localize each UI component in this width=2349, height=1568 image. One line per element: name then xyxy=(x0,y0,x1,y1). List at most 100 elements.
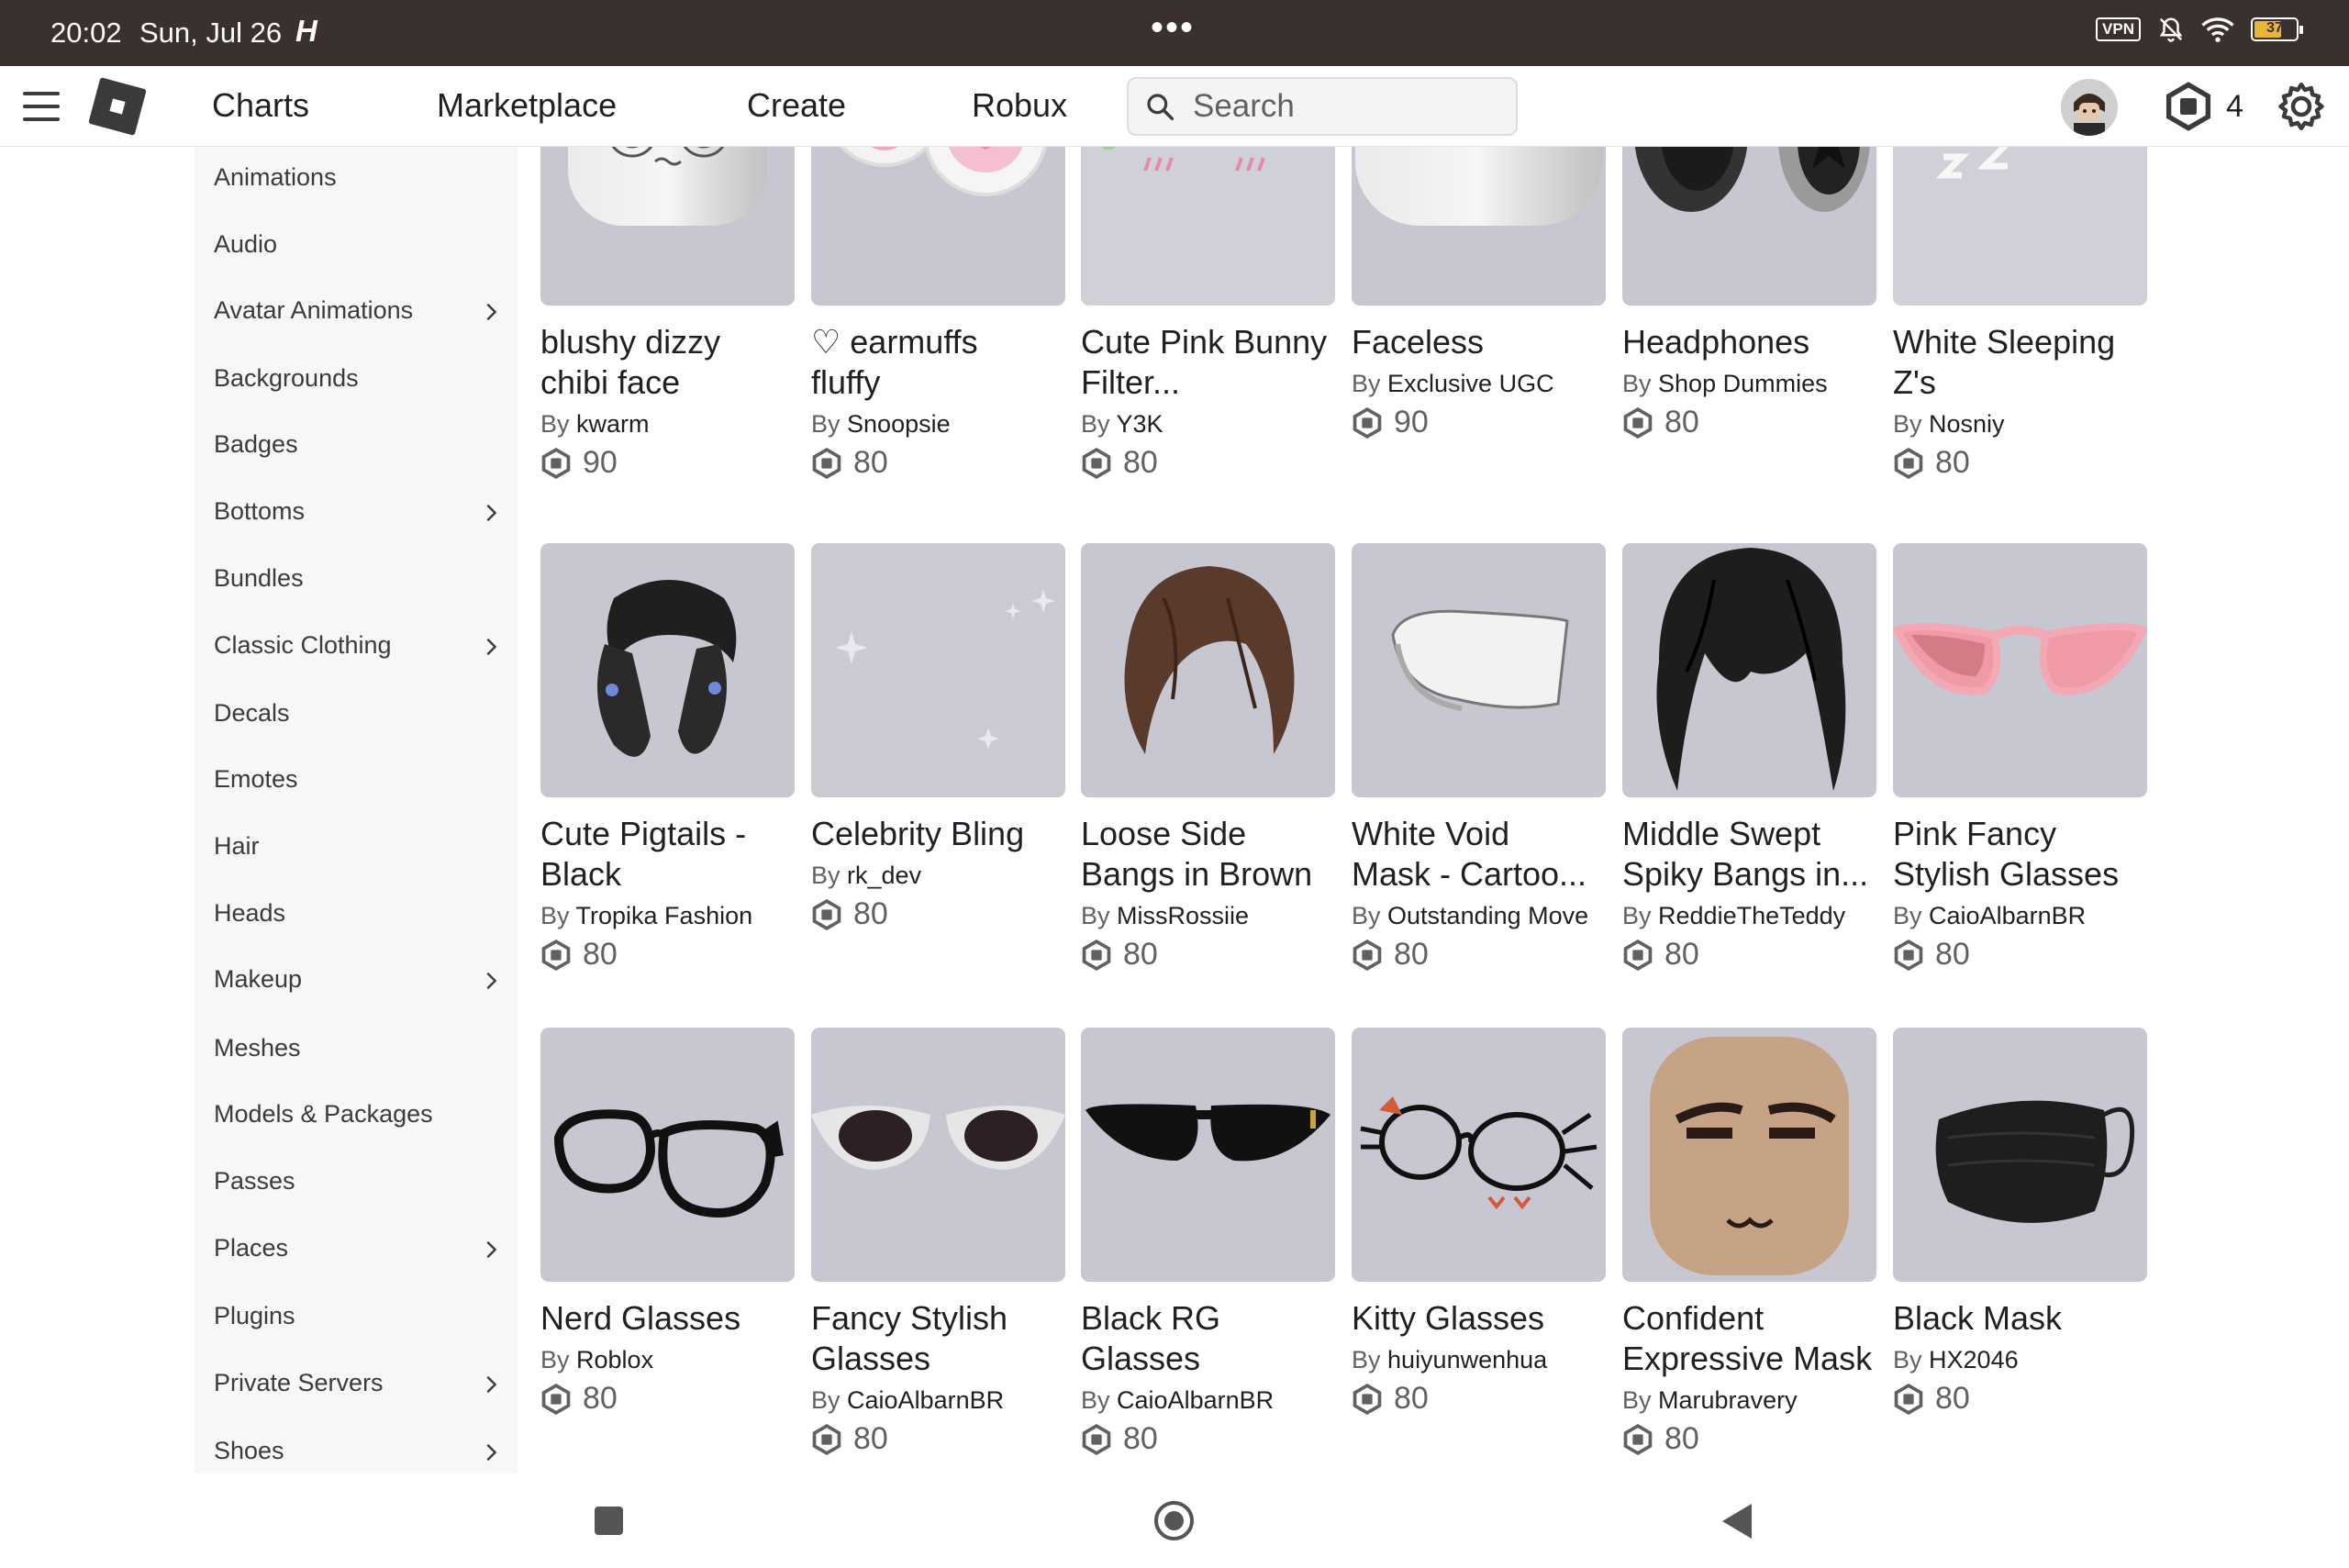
home-button[interactable] xyxy=(1154,1501,1194,1540)
item-creator[interactable]: Outstanding Move xyxy=(1387,902,1588,929)
item-creator[interactable]: Tropika Fashion xyxy=(576,902,753,929)
item-name[interactable]: Confident xyxy=(1622,1298,1881,1339)
sleeping-z-icon[interactable] xyxy=(1893,147,2147,306)
item-creator[interactable]: HX2046 xyxy=(1929,1346,2019,1373)
white-cat-eye-glasses-icon[interactable] xyxy=(811,1028,1065,1282)
item-name[interactable]: Faceless xyxy=(1352,322,1610,362)
pigtails-hair-icon[interactable] xyxy=(540,543,795,797)
sparkles-icon[interactable] xyxy=(811,543,1065,797)
brown-bangs-icon[interactable] xyxy=(1081,543,1335,797)
item-creator[interactable]: Exclusive UGC xyxy=(1387,370,1554,397)
item-creator[interactable]: Nosniy xyxy=(1929,410,2005,438)
back-button[interactable] xyxy=(1722,1504,1752,1539)
item-name-line2[interactable]: Z's xyxy=(1893,362,2152,403)
bunny-filter-icon[interactable] xyxy=(1081,147,1335,306)
nav-charts[interactable]: Charts xyxy=(212,86,309,125)
item-name[interactable]: blushy dizzy xyxy=(540,322,799,362)
item-name[interactable]: White Void xyxy=(1352,814,1610,854)
robux-balance-button[interactable]: 4 xyxy=(2164,81,2243,132)
nav-marketplace[interactable]: Marketplace xyxy=(437,86,617,125)
item-name[interactable]: Kitty Glasses xyxy=(1352,1298,1610,1339)
item-creator[interactable]: CaioAlbarnBR xyxy=(1929,902,2086,929)
wifi-icon xyxy=(2201,17,2234,42)
item-creator[interactable]: Marubravery xyxy=(1658,1386,1798,1414)
item-creator-line: By huiyunwenhua xyxy=(1352,1346,1547,1374)
pink-glasses-icon[interactable] xyxy=(1893,543,2147,797)
nerd-glasses-icon[interactable] xyxy=(540,1028,795,1282)
kitty-glasses-icon[interactable] xyxy=(1352,1028,1606,1282)
expressive-mask-icon[interactable] xyxy=(1622,1028,1876,1282)
item-name[interactable]: Middle Swept xyxy=(1622,814,1881,854)
search-box[interactable] xyxy=(1127,77,1518,136)
item-creator[interactable]: Snoopsie xyxy=(847,410,951,438)
item-creator[interactable]: Roblox xyxy=(576,1346,653,1373)
item-price: 80 xyxy=(1352,937,1429,973)
menu-icon[interactable] xyxy=(23,92,60,121)
item-name[interactable]: Cute Pigtails - xyxy=(540,814,799,854)
void-mask-icon[interactable] xyxy=(1352,543,1606,797)
item-name[interactable]: White Sleeping xyxy=(1893,322,2152,362)
item-name-line2[interactable]: fluffy xyxy=(811,362,1070,403)
item-name-line2[interactable]: Bangs in Brown xyxy=(1081,854,1340,895)
item-creator[interactable]: Y3K xyxy=(1117,410,1163,438)
headphones-icon[interactable] xyxy=(1622,147,1876,306)
search-input[interactable] xyxy=(1193,86,1505,127)
black-bangs-icon[interactable] xyxy=(1622,543,1876,797)
item-name-line2[interactable]: Mask - Cartoo... xyxy=(1352,854,1610,895)
item-name-line2[interactable]: Glasses xyxy=(1081,1339,1340,1379)
robux-icon xyxy=(1623,406,1653,439)
dizzy-face-icon[interactable] xyxy=(540,147,795,306)
faceless-head-icon[interactable] xyxy=(1352,147,1606,306)
item-price-value: 90 xyxy=(583,445,618,480)
item-creator[interactable]: ReddieTheTeddy xyxy=(1658,902,1845,929)
item-creator[interactable]: kwarm xyxy=(576,410,650,438)
item-creator[interactable]: MissRossiie xyxy=(1117,902,1249,929)
more-dots-icon[interactable]: ••• xyxy=(1151,7,1195,49)
item-name-line2[interactable]: Stylish Glasses xyxy=(1893,854,2152,895)
item-name-line2[interactable]: Spiky Bangs in... xyxy=(1622,854,1881,895)
item-creator-line: By Roblox xyxy=(540,1346,653,1374)
item-name-line2[interactable]: Black xyxy=(540,854,799,895)
item-name-line2[interactable]: chibi face xyxy=(540,362,799,403)
avatar[interactable] xyxy=(2061,79,2118,136)
item-name[interactable]: Black Mask xyxy=(1893,1298,2152,1339)
roblox-logo-icon[interactable] xyxy=(88,77,147,136)
item-name[interactable]: Pink Fancy xyxy=(1893,814,2152,854)
item-name[interactable]: Nerd Glasses xyxy=(540,1298,799,1339)
item-creator[interactable]: CaioAlbarnBR xyxy=(1117,1386,1274,1414)
item-name[interactable]: Black RG xyxy=(1081,1298,1340,1339)
item-name[interactable]: Headphones xyxy=(1622,322,1881,362)
item-price: 80 xyxy=(811,896,888,932)
item-name[interactable]: Celebrity Bling xyxy=(811,814,1070,854)
item-creator[interactable]: rk_dev xyxy=(847,862,921,889)
item-name[interactable]: Loose Side xyxy=(1081,814,1340,854)
item-price-value: 80 xyxy=(1123,1421,1158,1456)
gear-icon[interactable] xyxy=(2274,79,2329,134)
item-creator[interactable]: Shop Dummies xyxy=(1658,370,1828,397)
battery-level: 37 xyxy=(2266,20,2283,36)
nav-robux[interactable]: Robux xyxy=(972,86,1067,125)
item-price-value: 90 xyxy=(1394,405,1429,439)
black-rg-glasses-icon[interactable] xyxy=(1081,1028,1335,1282)
nav-create[interactable]: Create xyxy=(747,86,846,125)
item-creator-line: By Nosniy xyxy=(1893,410,2005,439)
recent-apps-button[interactable] xyxy=(595,1507,623,1535)
item-price-value: 80 xyxy=(853,896,888,931)
item-name[interactable]: ♡ earmuffs xyxy=(811,322,1070,362)
item-creator[interactable]: CaioAlbarnBR xyxy=(847,1386,1004,1414)
robux-icon xyxy=(812,447,841,479)
item-name-line2[interactable]: Glasses xyxy=(811,1339,1070,1379)
item-name-line2[interactable]: Expressive Mask xyxy=(1622,1339,1881,1379)
item-price: 80 xyxy=(1081,937,1158,973)
item-name[interactable]: Fancy Stylish xyxy=(811,1298,1070,1339)
item-name[interactable]: Cute Pink Bunny xyxy=(1081,322,1340,362)
item-creator-line: By CaioAlbarnBR xyxy=(1893,902,2086,930)
item-price: 80 xyxy=(1893,937,1970,973)
status-icons: VPN 37 xyxy=(2096,16,2303,43)
item-creator[interactable]: huiyunwenhua xyxy=(1387,1346,1547,1373)
item-name-line2[interactable]: Filter... xyxy=(1081,362,1340,403)
black-face-mask-icon[interactable] xyxy=(1893,1028,2147,1282)
robux-icon xyxy=(541,1383,571,1415)
item-price: 80 xyxy=(811,445,888,481)
earmuffs-icon[interactable] xyxy=(811,147,1065,306)
